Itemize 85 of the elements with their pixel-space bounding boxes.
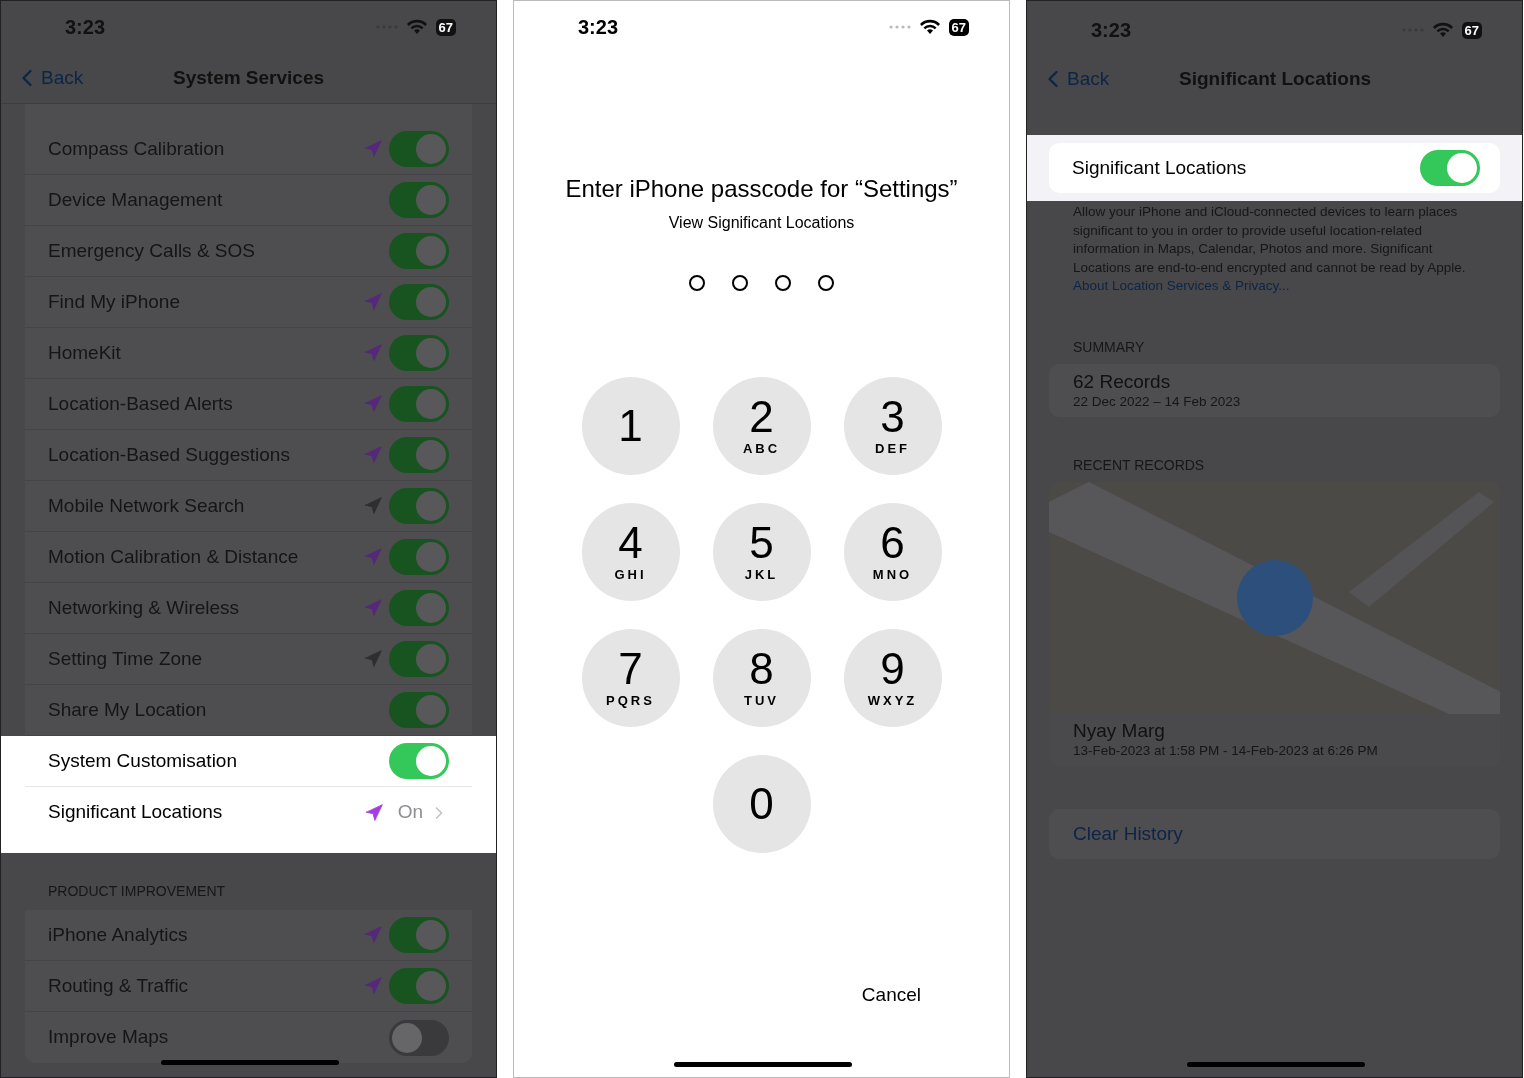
keypad-key[interactable]: 8 TUV [712,629,811,727]
settings-row[interactable]: Device Management [25,175,472,226]
status-time: 3:23 [1091,18,1132,43]
keypad-key[interactable]: 5 JKL [712,503,811,601]
passcode-title: Enter iPhone passcode for “Settings” [565,174,958,204]
wifi-icon [1431,22,1454,38]
summary-subtitle: 22 Dec 2022 – 14 Feb 2023 [1073,392,1242,411]
passcode-subtitle: View Significant Locations [668,213,855,233]
battery-level: 67 [435,18,456,36]
summary-title: 62 Records [1073,370,1172,393]
privacy-link[interactable]: About Location Services & Privacy... [1073,277,1476,296]
settings-row[interactable]: Find My iPhone [25,277,472,328]
toggle-switch[interactable] [389,233,449,269]
toggle-switch[interactable] [389,437,449,473]
settings-row[interactable]: HomeKit [25,328,472,379]
battery-level: 67 [948,18,969,36]
toggle-switch[interactable] [389,692,449,728]
keypad-key[interactable]: 2 ABC [712,377,811,475]
settings-row[interactable]: Location-Based Suggestions [25,430,472,481]
toggle-switch[interactable] [389,131,449,167]
toggle-switch[interactable] [389,539,449,575]
toggle-switch[interactable] [389,968,449,1004]
back-button[interactable]: Back [1,63,84,93]
battery-level: 67 [1461,21,1482,39]
row-label: Motion Calibration & Distance [48,544,300,569]
keypad-key[interactable]: 6 MNO [843,503,942,601]
keypad-key[interactable]: 4 GHI [581,503,680,601]
row-label: Improve Maps [48,1025,170,1050]
toggle-switch[interactable] [389,386,449,422]
wifi-icon [405,19,428,35]
row-label: Significant Locations [48,800,224,825]
keypad-key[interactable]: 1 [581,377,680,475]
toggle-switch[interactable] [389,488,449,524]
row-label: Routing & Traffic [48,973,190,998]
status-time: 3:23 [578,15,619,40]
row-label: Device Management [48,187,224,212]
row-label: Networking & Wireless [48,595,241,620]
wifi-icon [918,19,941,35]
settings-row[interactable]: Improve Maps [25,1012,472,1063]
row-label: Setting Time Zone [48,646,204,671]
row-label: Mobile Network Search [48,493,246,518]
settings-row[interactable]: Networking & Wireless [25,583,472,634]
row-label: iPhone Analytics [48,922,189,947]
row-label: HomeKit [48,340,122,365]
toggle-switch[interactable] [389,590,449,626]
settings-row[interactable]: iPhone Analytics [25,910,472,961]
settings-row[interactable]: Share My Location [25,685,472,736]
toggle-switch[interactable] [389,917,449,953]
row-label: Share My Location [48,697,208,722]
nav-title: Significant Locations [1179,66,1372,91]
clear-history-button[interactable]: Clear History [1049,809,1500,860]
row-value: On [397,800,423,825]
row-label: Find My iPhone [48,289,181,314]
settings-row[interactable]: Emergency Calls & SOS [25,226,472,277]
row-label: Significant Locations [1072,155,1248,180]
keypad-key[interactable]: 3 DEF [843,377,942,475]
nav-title: System Services [173,65,325,90]
row-label: System Customisation [48,748,238,773]
status-time: 3:23 [65,15,106,40]
row-label: Emergency Calls & SOS [48,238,256,263]
toggle-switch[interactable] [389,335,449,371]
toggle-switch[interactable] [389,1019,449,1056]
toggle-switch[interactable] [389,743,449,779]
toggle-switch[interactable] [1420,150,1480,186]
settings-row[interactable]: Routing & Traffic [25,961,472,1012]
row-label: Compass Calibration [48,136,226,161]
settings-row[interactable]: Compass Calibration [25,124,472,175]
settings-row[interactable]: Location-Based Alerts [25,379,472,430]
record-title: Nyay Marg [1073,720,1166,743]
keypad-key[interactable]: 9 WXYZ [843,629,942,727]
toggle-switch[interactable] [389,182,449,218]
row-label: Location-Based Alerts [48,391,234,416]
settings-row[interactable]: Setting Time Zone [25,634,472,685]
settings-row[interactable]: Motion Calibration & Distance [25,532,472,583]
signal-dots-icon [888,25,911,29]
toggle-switch[interactable] [389,284,449,320]
settings-row[interactable]: Significant Locations [1049,143,1500,193]
keypad-key[interactable]: 7 PQRS [581,629,680,727]
toggle-switch[interactable] [389,641,449,677]
keypad-key[interactable]: 0 [712,755,811,853]
settings-row[interactable]: Mobile Network Search [25,481,472,532]
cancel-button[interactable]: Cancel [861,981,921,1010]
summary-card[interactable]: 62 Records 22 Dec 2022 – 14 Feb 2023 [1049,364,1500,418]
row-label: Location-Based Suggestions [48,442,291,467]
back-button[interactable]: Back [1027,64,1110,94]
